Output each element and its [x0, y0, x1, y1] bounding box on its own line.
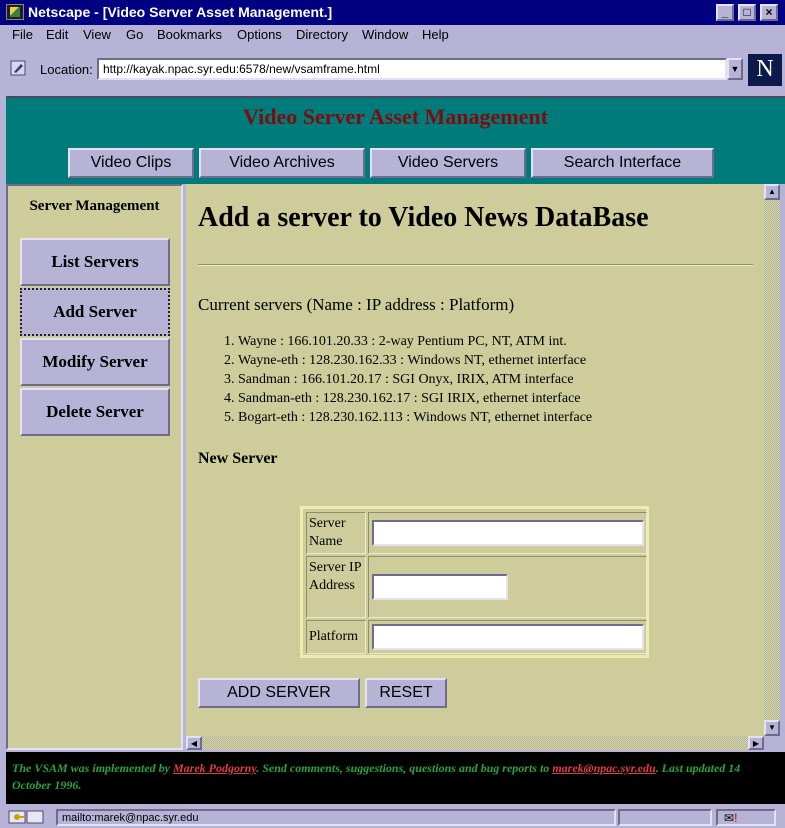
menu-window[interactable]: Window — [362, 27, 408, 42]
minimize-button[interactable]: _ — [716, 4, 734, 21]
window-title: Netscape - [Video Server Asset Managemen… — [28, 4, 333, 20]
location-label: Location: — [40, 62, 93, 77]
vertical-scroll-track[interactable] — [764, 200, 780, 720]
modify-server-button[interactable]: Modify Server — [20, 338, 170, 386]
menu-bookmarks[interactable]: Bookmarks — [157, 27, 222, 42]
horizontal-scroll-track[interactable] — [202, 736, 748, 750]
arrow-left-icon: ◀ — [190, 739, 198, 748]
server-name-label: Server Name — [306, 512, 366, 554]
platform-input[interactable] — [372, 624, 644, 650]
footer-text: . Send comments, suggestions, questions … — [256, 761, 553, 775]
menu-bar: File Edit View Go Bookmarks Options Dire… — [0, 25, 785, 47]
vertical-scrollbar[interactable]: ▲ ▼ — [764, 184, 780, 736]
main-content: Add a server to Video News DataBase Curr… — [186, 184, 764, 736]
server-ip-input[interactable] — [372, 574, 508, 600]
bookmark-pencil-icon[interactable] — [10, 60, 26, 76]
menu-options[interactable]: Options — [237, 27, 282, 42]
list-item: Sandman-eth : 128.230.162.17 : SGI IRIX,… — [238, 391, 592, 407]
video-servers-button[interactable]: Video Servers — [370, 148, 526, 178]
mail-icon: ✉ — [724, 811, 735, 825]
maximize-icon: □ — [743, 5, 751, 19]
add-server-submit-button[interactable]: ADD SERVER — [198, 678, 360, 708]
video-clips-button[interactable]: Video Clips — [68, 148, 194, 178]
footer-text: The VSAM was implemented by — [12, 761, 174, 775]
minimize-icon: _ — [721, 5, 729, 19]
platform-label: Platform — [306, 620, 366, 654]
scroll-down-button[interactable]: ▼ — [764, 720, 780, 736]
server-ip-label: Server IP Address — [306, 556, 366, 618]
status-text: mailto:marek@npac.syr.edu — [56, 809, 616, 826]
list-item: Sandman : 166.101.20.17 : SGI Onyx, IRIX… — [238, 372, 592, 388]
new-server-form: Server Name Server IP Address Platform — [300, 506, 649, 658]
video-archives-button[interactable]: Video Archives — [199, 148, 365, 178]
status-bar: mailto:marek@npac.syr.edu ✉! — [0, 806, 785, 828]
sidebar-title: Server Management — [29, 198, 160, 214]
content-heading: Add a server to Video News DataBase — [198, 202, 649, 233]
list-servers-button[interactable]: List Servers — [20, 238, 170, 286]
arrow-up-icon: ▲ — [768, 187, 776, 196]
location-dropdown-button[interactable]: ▼ — [727, 58, 743, 80]
reset-button[interactable]: RESET — [365, 678, 447, 708]
location-input[interactable]: http://kayak.npac.syr.edu:6578/new/vsamf… — [97, 58, 727, 80]
email-link[interactable]: marek@npac.syr.edu — [552, 761, 655, 775]
horizontal-scrollbar[interactable]: ◀ ▶ — [186, 736, 764, 750]
list-item: Bogart-eth : 128.230.162.113 : Windows N… — [238, 410, 592, 426]
close-button[interactable]: × — [760, 4, 778, 21]
chevron-down-icon: ▼ — [730, 64, 740, 74]
menu-help[interactable]: Help — [422, 27, 449, 42]
server-management-sidebar: Server Management List Servers Add Serve… — [6, 184, 183, 750]
maximize-button[interactable]: □ — [738, 4, 756, 21]
current-servers-title: Current servers (Name : IP address : Pla… — [198, 295, 515, 314]
new-server-title: New Server — [198, 450, 278, 467]
add-server-nav-button[interactable]: Add Server — [20, 288, 170, 336]
page-title: Video Server Asset Management — [243, 104, 548, 129]
menu-go[interactable]: Go — [126, 27, 143, 42]
list-item: Wayne-eth : 128.230.162.33 : Windows NT,… — [238, 353, 592, 369]
server-name-cell — [368, 512, 647, 554]
author-link[interactable]: Marek Podgorny — [173, 761, 256, 775]
server-ip-cell — [368, 556, 647, 618]
menu-file[interactable]: File — [12, 27, 33, 42]
server-name-input[interactable] — [372, 520, 644, 546]
arrow-down-icon: ▼ — [768, 723, 776, 732]
scroll-left-button[interactable]: ◀ — [186, 736, 202, 750]
footer-frame: The VSAM was implemented by Marek Podgor… — [6, 752, 785, 804]
header-frame: Video Server Asset Management Video Clip… — [6, 96, 785, 184]
progress-box — [618, 809, 712, 826]
scroll-right-button[interactable]: ▶ — [748, 736, 764, 750]
menu-edit[interactable]: Edit — [46, 27, 68, 42]
platform-cell — [368, 620, 647, 654]
location-bar: Location: http://kayak.npac.syr.edu:6578… — [0, 50, 785, 90]
netscape-logo[interactable]: N — [748, 54, 782, 86]
divider — [198, 264, 753, 266]
close-icon: × — [765, 5, 773, 19]
mail-indicator[interactable]: ✉! — [716, 809, 776, 826]
menu-directory[interactable]: Directory — [296, 27, 348, 42]
list-item: Wayne : 166.101.20.33 : 2-way Pentium PC… — [238, 334, 592, 350]
arrow-right-icon: ▶ — [752, 739, 760, 748]
security-key-icon[interactable] — [8, 809, 44, 825]
server-list: Wayne : 166.101.20.33 : 2-way Pentium PC… — [216, 334, 592, 429]
menu-view[interactable]: View — [83, 27, 111, 42]
search-interface-button[interactable]: Search Interface — [531, 148, 714, 178]
scroll-up-button[interactable]: ▲ — [764, 184, 780, 200]
title-bar: Netscape - [Video Server Asset Managemen… — [0, 0, 785, 25]
netscape-app-icon[interactable] — [6, 4, 24, 20]
delete-server-button[interactable]: Delete Server — [20, 388, 170, 436]
